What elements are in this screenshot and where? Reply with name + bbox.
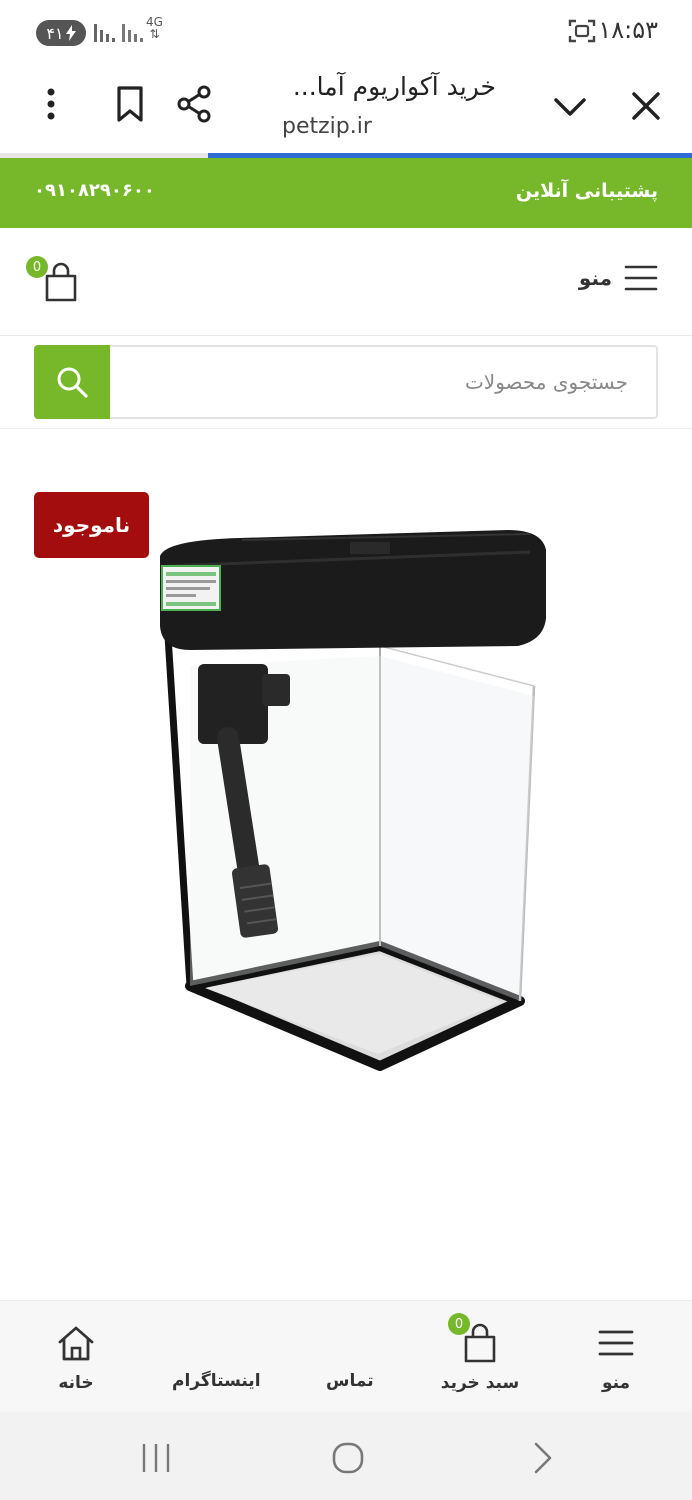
- bottom-nav-cart[interactable]: 0 سبد خرید: [420, 1313, 540, 1393]
- close-icon[interactable]: [626, 86, 666, 126]
- bottom-nav-home-label: خانه: [58, 1373, 94, 1393]
- network-type: 4G ⇅: [146, 15, 163, 41]
- home-icon: [58, 1326, 94, 1361]
- cart-count-badge: 0: [26, 256, 48, 278]
- status-time: ۱۸:۵۳: [598, 16, 658, 44]
- browser-toolbar: خرید آکواریوم آما... petzip.ir: [0, 64, 692, 156]
- search-box: [34, 345, 658, 419]
- menu-icon: [598, 1330, 634, 1356]
- charging-icon: [65, 25, 76, 41]
- bottom-cart-count-badge: 0: [448, 1313, 470, 1335]
- battery-level: ۴۱: [46, 23, 64, 43]
- search-input[interactable]: [110, 347, 656, 417]
- out-of-stock-badge: ناموجود: [34, 492, 149, 558]
- signal-icon: [94, 24, 115, 42]
- product-gallery: ناموجود: [0, 430, 692, 1300]
- bottom-nav-contact[interactable]: تماس: [326, 1371, 374, 1391]
- bottom-navigation: منو 0 سبد خرید تماس اینستاگرام خانه: [0, 1300, 692, 1412]
- bottom-nav-cart-label: سبد خرید: [440, 1373, 520, 1393]
- battery-indicator: ۴۱: [36, 20, 86, 46]
- menu-button[interactable]: منو: [579, 264, 658, 292]
- bottom-nav-home[interactable]: خانه: [16, 1323, 136, 1393]
- home-button-icon[interactable]: [328, 1440, 368, 1476]
- search-button[interactable]: [34, 345, 110, 419]
- signal-icon: [122, 24, 143, 42]
- search-icon: [57, 367, 88, 398]
- menu-icon: [624, 265, 658, 291]
- header-cart-button[interactable]: 0: [26, 256, 78, 302]
- share-icon[interactable]: [174, 84, 214, 124]
- search-section: [0, 337, 692, 429]
- cart-icon-wrap: 0: [448, 1313, 500, 1363]
- page-url[interactable]: petzip.ir: [282, 114, 372, 139]
- screenshot-icon: [568, 19, 596, 43]
- product-image[interactable]: [150, 526, 560, 1086]
- page-title: خرید آکواریوم آما...: [292, 72, 496, 101]
- android-navigation-bar: [0, 1412, 692, 1500]
- top-banner: پشتیبانی آنلاین ۰۹۱۰۸۲۹۰۶۰۰: [0, 158, 692, 228]
- online-support-link[interactable]: پشتیبانی آنلاین: [516, 180, 658, 202]
- more-vert-icon[interactable]: [36, 84, 66, 124]
- recent-apps-icon[interactable]: [136, 1440, 176, 1476]
- back-icon[interactable]: [522, 1440, 562, 1476]
- menu-label: منو: [578, 266, 612, 290]
- chevron-down-icon[interactable]: [550, 86, 590, 126]
- bottom-nav-instagram[interactable]: اینستاگرام: [172, 1371, 261, 1391]
- site-header: منو 0: [0, 228, 692, 336]
- status-bar: ۱۸:۵۳ ۴۱ 4G ⇅: [0, 0, 692, 64]
- bottom-nav-menu[interactable]: منو: [556, 1323, 676, 1393]
- bottom-nav-menu-label: منو: [601, 1373, 631, 1393]
- data-arrows-icon: ⇅: [149, 27, 160, 41]
- phone-number[interactable]: ۰۹۱۰۸۲۹۰۶۰۰: [34, 180, 155, 201]
- cart-icon: [45, 262, 77, 302]
- bookmark-icon[interactable]: [110, 84, 150, 124]
